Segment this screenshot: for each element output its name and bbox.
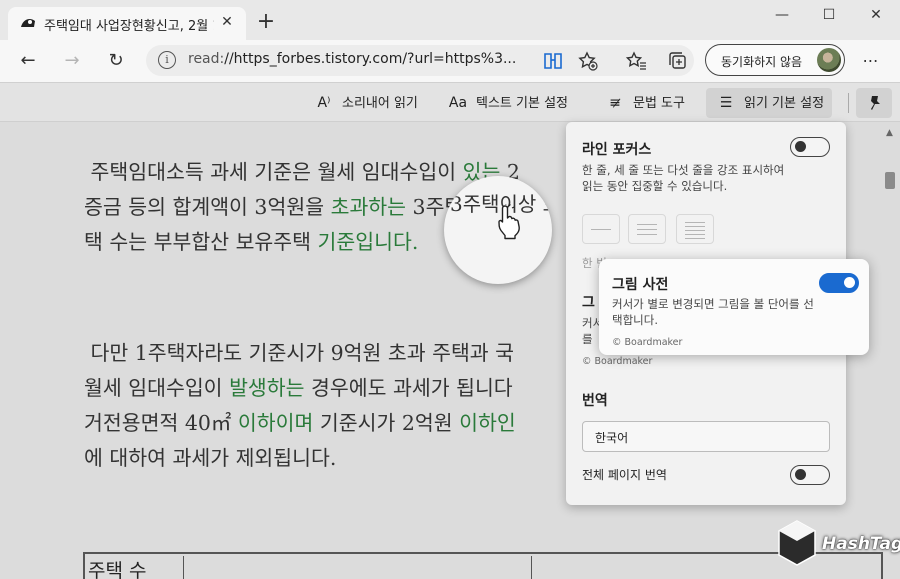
article-line: 에 대하여 과세가 제외됩니다.: [84, 441, 604, 476]
line-focus-title: 라인 포커스: [582, 142, 652, 158]
reading-prefs-icon: ☰: [719, 95, 733, 111]
text-segment: 거전용면적 40㎡: [84, 411, 238, 435]
table-header-cell: 주택 수: [88, 560, 147, 579]
tab-close-icon[interactable]: ✕: [218, 13, 236, 31]
text-segment: 기준시가 2억원: [313, 411, 460, 435]
scrollbar-thumb[interactable]: [885, 172, 895, 189]
language-select-value: 한국어: [595, 431, 629, 445]
translate-title: 번역: [582, 393, 608, 409]
table-divider: [183, 556, 184, 579]
picture-dictionary-toggle[interactable]: [819, 273, 859, 293]
new-tab-button[interactable]: +: [256, 11, 276, 33]
article-line: 월세 임대수입이 발생하는 경우에도 과세가 됩니다: [84, 371, 604, 406]
close-window-button[interactable]: ✕: [864, 4, 888, 28]
text-segment: 택 수는 부부합산 보유주택: [84, 230, 318, 254]
tab-title: 주택임대 사업장현황신고, 2월 10: [44, 19, 214, 34]
picture-dictionary-title: 그림 사전: [612, 277, 669, 293]
immersive-reader-icon[interactable]: [543, 52, 563, 70]
forward-arrow-icon[interactable]: →: [60, 49, 84, 73]
picture-dictionary-credit: © Boardmaker: [612, 337, 683, 348]
highlighted-word: 이하인: [459, 411, 516, 435]
boardmaker-credit: © Boardmaker: [582, 356, 653, 367]
text-segment: 증금 등의 합계액이 3억원을: [84, 195, 331, 219]
pin-icon: [871, 96, 880, 110]
address-bar[interactable]: i read://https_forbes.tistory.com/?url=h…: [146, 45, 694, 76]
sync-profile-button[interactable]: 동기화하지 않음: [705, 44, 845, 76]
text-segment: 주택임대소득 과세 기준은 월세 임대수입이: [84, 160, 463, 184]
toolbar-divider: [848, 93, 849, 113]
avatar: [817, 48, 841, 72]
translate-full-page-toggle[interactable]: [790, 465, 830, 485]
picture-dictionary-description: 커서가 별로 변경되면 그림을 볼 단어를 선택합니다.: [612, 297, 814, 327]
refresh-icon[interactable]: ↻: [104, 49, 128, 73]
text-segment: 월세 임대수입이: [84, 376, 230, 400]
navigation-bar: ← → ↻ i read://https_forbes.tistory.com/…: [0, 40, 900, 82]
picture-dictionary-card: 그림 사전 커서가 별로 변경되면 그림을 볼 단어를 선택합니다. © Boa…: [599, 259, 869, 355]
highlighted-word: 초과하는: [330, 195, 407, 219]
grammar-icon: ≡̷: [609, 95, 621, 111]
maximize-button[interactable]: ☐: [817, 4, 841, 28]
title-bar: 주택임대 사업장현황신고, 2월 10 ✕ + — ☐ ✕: [0, 0, 900, 40]
collections-icon[interactable]: [668, 51, 690, 71]
picture-dictionary-title-partial: 그: [582, 295, 595, 311]
url-text[interactable]: read://https_forbes.tistory.com/?url=htt…: [188, 51, 516, 67]
line-focus-toggle[interactable]: [790, 137, 830, 157]
picture-dictionary-desc-partial-2: 를: [582, 332, 593, 346]
favicon-icon: [21, 19, 35, 27]
article-line: 다만 1주택자라도 기준시가 9억원 초과 주택과 국: [84, 336, 604, 371]
text-size-icon: Aa: [448, 95, 468, 111]
toggle-knob: [795, 141, 806, 152]
hashtag-logo-icon: [778, 520, 816, 566]
text-preferences-button[interactable]: Aa 텍스트 기본 설정: [446, 91, 568, 115]
highlighted-word: 기준입니다.: [317, 230, 419, 254]
five-lines-button[interactable]: [676, 214, 714, 244]
browser-tab[interactable]: 주택임대 사업장현황신고, 2월 10 ✕: [8, 7, 246, 40]
translate-full-page-label: 전체 페이지 번역: [582, 468, 667, 482]
scroll-up-arrow-icon[interactable]: ▲: [886, 128, 893, 138]
text-segment: 에 대하여 과세가 제외됩니다.: [84, 446, 337, 470]
text-segment: 경우에도 과세가 됩니다: [304, 376, 513, 400]
line-focus-description: 한 줄, 세 줄 또는 다섯 줄을 강조 표시하여 읽는 동안 집중할 수 있습…: [582, 163, 785, 193]
reading-preferences-button[interactable]: ☰ 읽기 기본 설정: [706, 88, 833, 118]
hand-cursor-icon: [498, 204, 520, 240]
back-arrow-icon[interactable]: ←: [16, 49, 40, 73]
pin-toolbar-button[interactable]: [856, 88, 892, 118]
minimize-button[interactable]: —: [770, 4, 794, 28]
reader-toolbar: A⁾ 소리내어 읽기 Aa 텍스트 기본 설정 ≡̷ 문법 도구 ☰ 읽기 기본 설정: [0, 82, 900, 122]
text-segment: 다만 1주택자라도 기준시가 9억원 초과 주택과 국: [84, 341, 515, 365]
watermark-text: HashTag: [822, 534, 900, 554]
info-icon[interactable]: i: [158, 51, 176, 69]
sync-label: 동기화하지 않음: [721, 55, 803, 69]
language-select[interactable]: 한국어: [582, 421, 830, 452]
article-paragraph-2: 다만 1주택자라도 기준시가 9억원 초과 주택과 국월세 임대수입이 발생하는…: [84, 336, 604, 476]
highlighted-word: 이하이며: [237, 411, 314, 435]
highlighted-word: 발생하는: [229, 376, 305, 400]
more-options-icon[interactable]: ⋯: [859, 49, 883, 73]
favorites-icon[interactable]: [625, 51, 647, 71]
read-aloud-button[interactable]: A⁾ 소리내어 읽기: [312, 91, 417, 115]
grammar-tools-button[interactable]: ≡̷ 문법 도구: [603, 91, 685, 115]
toggle-knob: [795, 469, 806, 480]
one-line-button[interactable]: [582, 214, 620, 244]
article-table: [83, 552, 883, 579]
article-line: 거전용면적 40㎡ 이하이며 기준시가 2억원 이하인: [84, 406, 604, 441]
read-aloud-icon: A⁾: [317, 95, 331, 111]
add-favorite-icon[interactable]: [578, 51, 598, 71]
three-lines-button[interactable]: [628, 214, 666, 244]
table-divider: [531, 556, 532, 579]
toggle-knob: [844, 277, 855, 288]
